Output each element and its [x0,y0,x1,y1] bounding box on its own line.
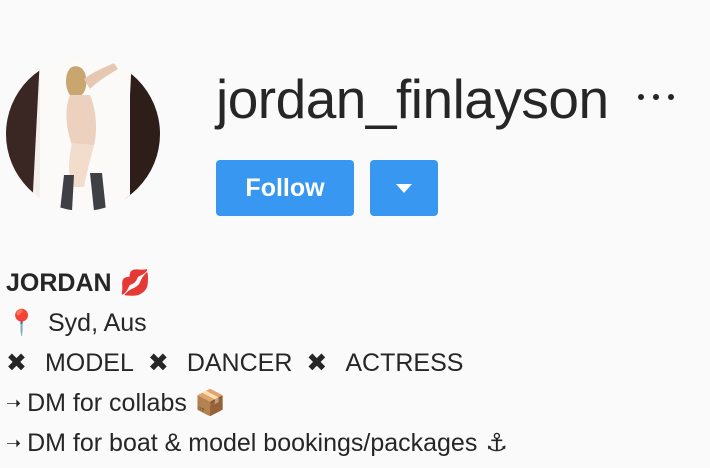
anchor-emoji-icon: ⚓ [485,429,508,457]
bio-collabs-line: ➝ DM for collabs 📦 [6,383,508,423]
bio-location-line: 📍 Syd, Aus [6,303,508,343]
bio-collabs-text: DM for collabs [27,389,187,417]
profile-full-name: JORDAN [6,269,112,297]
follow-button[interactable]: Follow [216,160,354,216]
bio-location: Syd, Aus [48,309,147,337]
x-mark-icon: ✖ [306,349,328,377]
bio-bookings-text: DM for boat & model bookings/packages [27,429,478,457]
bio-role: DANCER [186,349,293,377]
bio-bookings-line: ➝ DM for boat & model bookings/packages … [6,423,508,463]
more-horizontal-icon[interactable] [638,86,674,108]
bio-role: MODEL [44,349,134,377]
avatar[interactable] [6,57,160,211]
arrow-icon: ➝ [6,433,22,453]
package-emoji-icon: 📦 [194,389,226,417]
pin-emoji-icon: 📍 [6,309,38,337]
bio-role: ACTRESS [345,349,464,377]
suggestions-dropdown-button[interactable] [370,160,438,216]
profile-username: jordan_finlayson [216,68,609,130]
caret-down-icon [396,183,412,193]
profile-bio: JORDAN 💋 📍 Syd, Aus ✖ MODEL ✖ DANCER ✖ A… [6,263,508,463]
bio-name-line: JORDAN 💋 [6,263,508,303]
bio-roles-line: ✖ MODEL ✖ DANCER ✖ ACTRESS [6,343,508,383]
arrow-icon: ➝ [6,393,22,413]
x-mark-icon: ✖ [6,349,27,377]
avatar-image [6,57,160,211]
lips-emoji-icon: 💋 [119,269,151,297]
x-mark-icon: ✖ [147,349,169,377]
